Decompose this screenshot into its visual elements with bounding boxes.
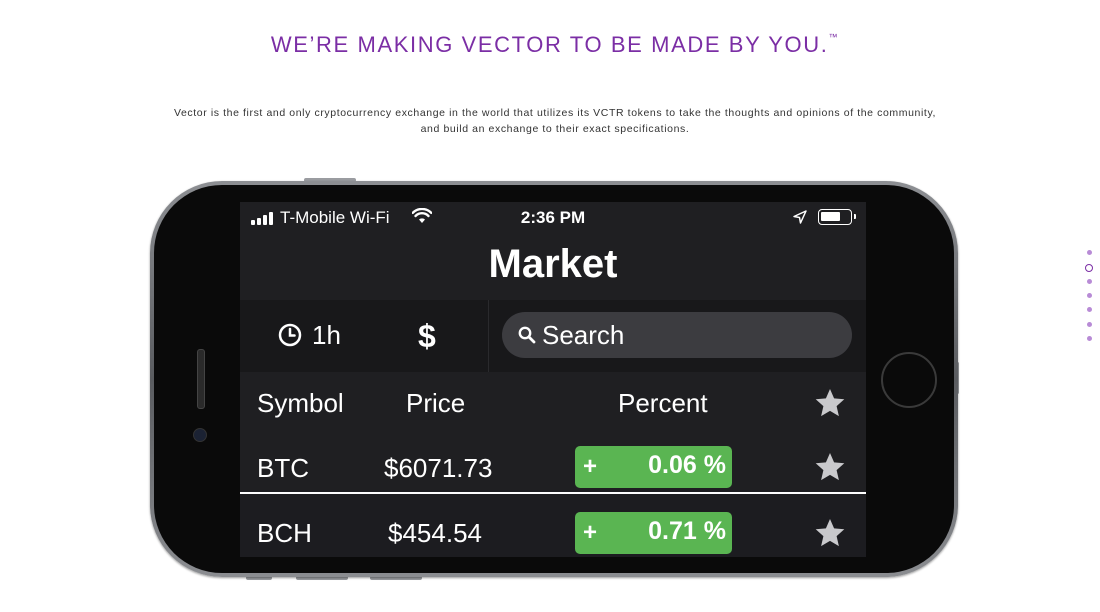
toolbar-divider <box>488 300 489 372</box>
search-input[interactable] <box>542 320 832 350</box>
hero-description: Vector is the first and only cryptocurre… <box>150 105 960 137</box>
percent-value: 0.71 % <box>648 517 726 545</box>
row-price: $6071.73 <box>384 453 493 483</box>
phone-screen: T-Mobile Wi-Fi 2:36 PM Market 1h $ Searc… <box>240 202 866 557</box>
column-header-price[interactable]: Price <box>406 388 465 419</box>
status-bar: T-Mobile Wi-Fi 2:36 PM <box>240 202 866 234</box>
clock-icon <box>278 323 302 347</box>
percent-sign: + <box>583 519 598 546</box>
hero-headline-text: WE’RE MAKING VECTOR TO BE MADE BY YOU. <box>270 32 829 57</box>
hero-description-line-1: Vector is the first and only cryptocurre… <box>173 107 937 119</box>
market-table-header: Symbol Price Percent <box>240 372 866 434</box>
percent-change-badge: + 0.06 % <box>575 446 732 488</box>
landing-page: WE’RE MAKING VECTOR TO BE MADE BY YOU.™ … <box>0 0 1100 612</box>
column-header-symbol[interactable]: Symbol <box>257 388 344 419</box>
pagination-dot[interactable] <box>1087 322 1092 327</box>
market-toolbar: 1h $ <box>240 300 866 372</box>
pagination-dot[interactable] <box>1087 336 1092 341</box>
status-time: 2:36 PM <box>520 208 586 227</box>
currency-button[interactable]: $ <box>418 318 436 355</box>
row-symbol: BCH <box>257 518 312 548</box>
hero-description-line-2: and build an exchange to their exact spe… <box>420 123 690 135</box>
timeframe-label: 1h <box>312 320 341 350</box>
row-divider <box>240 492 866 494</box>
favorite-star-icon[interactable] <box>814 517 846 549</box>
phone-home-button <box>881 352 937 408</box>
pagination-dot[interactable] <box>1087 250 1092 255</box>
row-price: $454.54 <box>388 518 482 548</box>
phone-camera <box>193 428 207 442</box>
location-arrow-icon <box>793 210 807 224</box>
table-row[interactable]: BCH $454.54 + 0.71 % <box>240 500 866 557</box>
battery-icon <box>818 209 856 225</box>
favorites-star-icon[interactable] <box>814 387 846 419</box>
battery-cap <box>854 214 856 219</box>
pagination-dot[interactable] <box>1087 293 1092 298</box>
search-bar[interactable] <box>502 312 852 358</box>
percent-change-badge: + 0.71 % <box>575 512 732 554</box>
screen-title: Market <box>488 242 618 286</box>
phone-speaker <box>197 349 205 409</box>
pagination-dot[interactable] <box>1087 307 1092 312</box>
search-icon <box>518 326 536 344</box>
percent-sign: + <box>583 453 598 480</box>
percent-value: 0.06 % <box>648 451 726 479</box>
hero-headline: WE’RE MAKING VECTOR TO BE MADE BY YOU.™ <box>0 32 1100 58</box>
row-symbol: BTC <box>257 453 309 483</box>
table-row[interactable]: BTC $6071.73 + 0.06 % <box>240 434 866 496</box>
pagination-dot[interactable] <box>1085 264 1093 272</box>
column-header-percent[interactable]: Percent <box>618 388 708 419</box>
battery-level <box>821 212 840 221</box>
favorite-star-icon[interactable] <box>814 451 846 483</box>
trademark-symbol: ™ <box>828 31 840 42</box>
pagination-dot[interactable] <box>1087 279 1092 284</box>
